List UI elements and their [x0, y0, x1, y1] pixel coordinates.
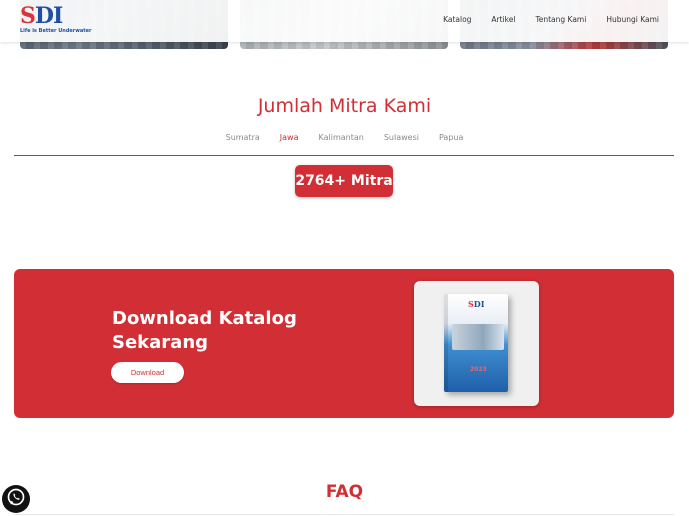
region-tabs: Sumatra Jawa Kalimantan Sulawesi Papua	[0, 133, 689, 142]
mitra-count-badge: 2764+ Mitra	[295, 165, 393, 197]
catalog-book-image: SDI 2023	[444, 294, 508, 392]
nav-tentang-kami[interactable]: Tentang Kami	[535, 15, 586, 24]
site-header: SDI Life is Better Underwater Katalog Ar…	[0, 0, 689, 42]
faq-divider	[14, 514, 674, 515]
main-nav: Katalog Artikel Tentang Kami Hubungi Kam…	[443, 15, 659, 24]
nav-hubungi-kami[interactable]: Hubungi Kami	[606, 15, 659, 24]
nav-katalog[interactable]: Katalog	[443, 15, 471, 24]
tab-jawa[interactable]: Jawa	[280, 133, 299, 142]
tab-kalimantan[interactable]: Kalimantan	[319, 133, 364, 142]
faq-title: FAQ	[325, 482, 364, 502]
catalog-cover-photo	[452, 324, 504, 350]
mitra-title: Jumlah Mitra Kami	[257, 95, 432, 117]
nav-artikel[interactable]: Artikel	[491, 15, 515, 24]
banner-title: Download Katalog Sekarang	[112, 308, 297, 353]
whatsapp-button[interactable]	[2, 485, 30, 513]
download-banner: Download Katalog Sekarang Download SDI 2…	[14, 269, 674, 418]
tab-sumatra[interactable]: Sumatra	[226, 133, 260, 142]
download-button[interactable]: Download	[111, 362, 184, 383]
tab-papua[interactable]: Papua	[439, 133, 463, 142]
catalog-logo: SDI	[468, 299, 485, 309]
catalog-year: 2023	[470, 366, 487, 373]
tab-sulawesi[interactable]: Sulawesi	[384, 133, 419, 142]
tabs-divider	[14, 155, 674, 156]
site-logo[interactable]: SDI Life is Better Underwater	[20, 3, 92, 38]
catalog-preview: SDI 2023	[414, 281, 539, 406]
whatsapp-icon	[6, 487, 26, 511]
logo-tagline: Life is Better Underwater	[20, 28, 92, 34]
logo-mark: SDI	[20, 3, 63, 29]
